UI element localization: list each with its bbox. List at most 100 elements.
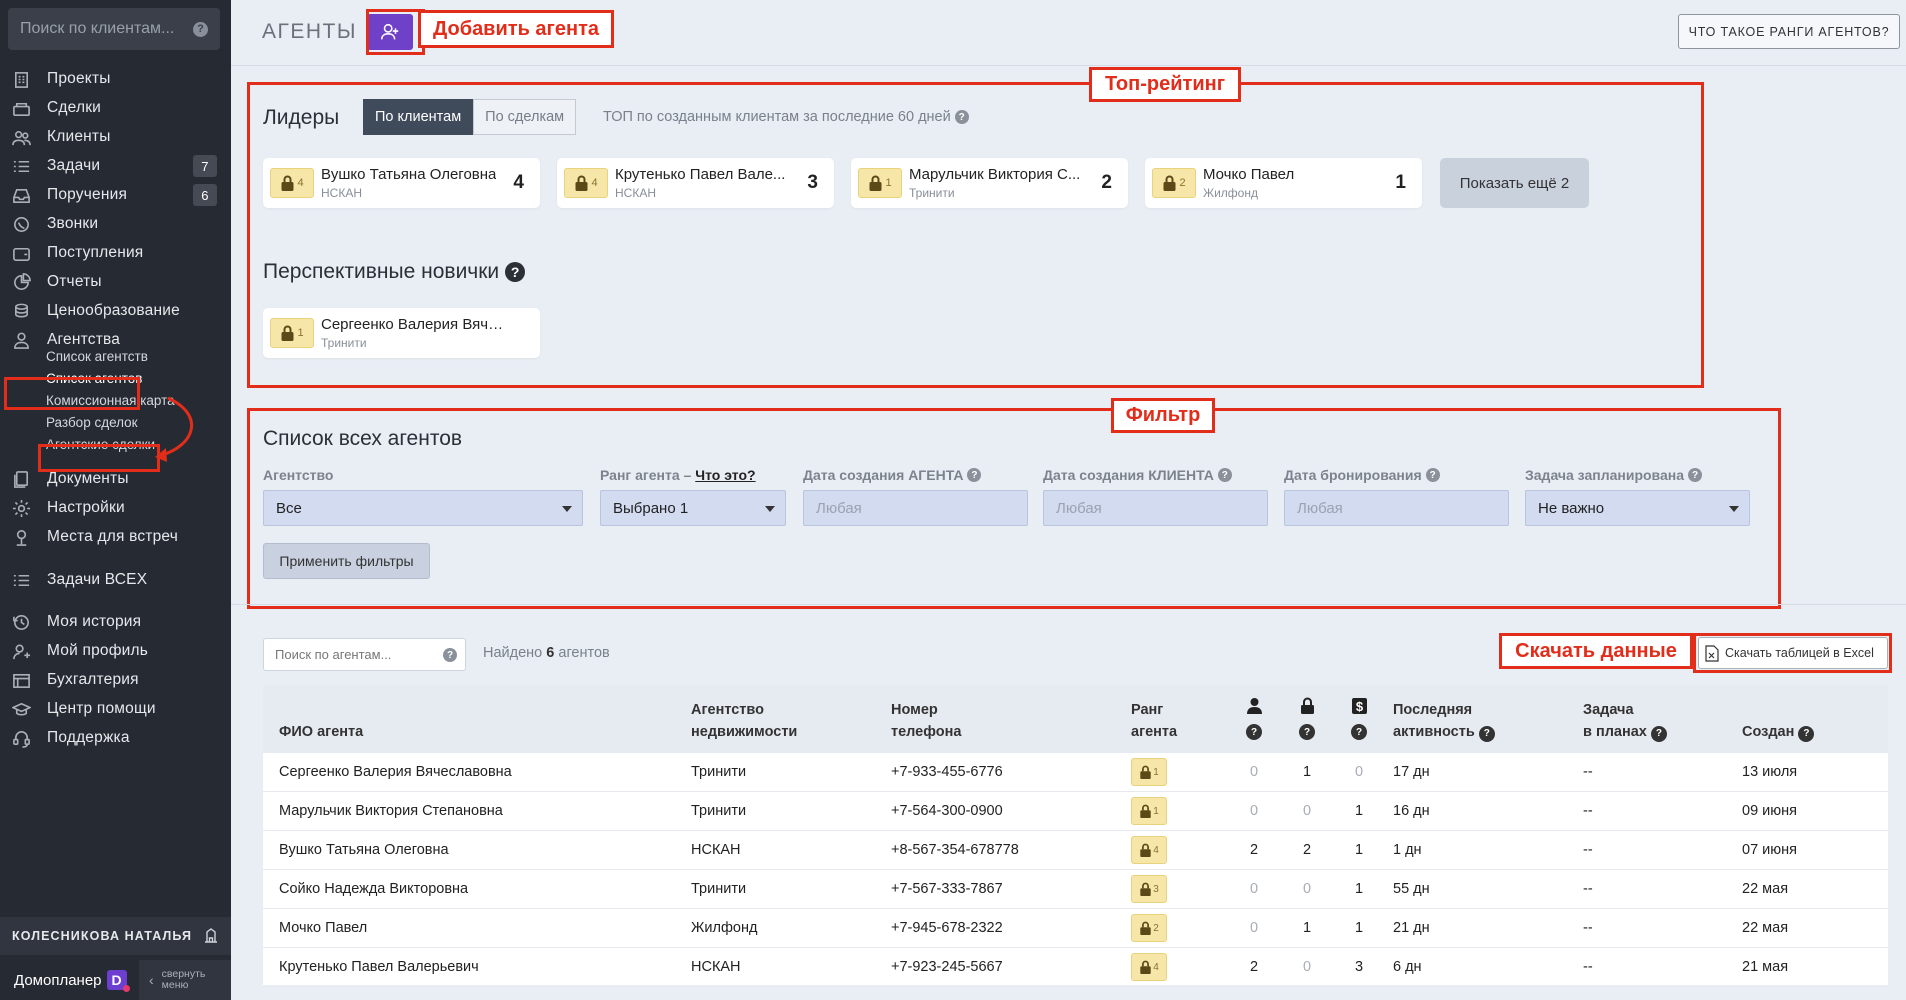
- rank-value: 2: [1179, 177, 1186, 189]
- sidebar-item[interactable]: Поддержка: [0, 721, 231, 755]
- col-activity[interactable]: Последняя активность?: [1393, 699, 1495, 743]
- brand-mark: D: [106, 970, 130, 992]
- sidebar: Поиск по клиентам... ? Проекты Сделки Клие…: [0, 0, 231, 1000]
- sidebar-subitem[interactable]: Разбор сделок: [46, 411, 138, 433]
- rank-badge: 1: [270, 318, 314, 348]
- rank-badge: 1: [858, 168, 902, 198]
- table-row[interactable]: Вушко Татьяна Олеговна НСКАН +8-567-354-67…: [263, 831, 1888, 870]
- col-deals[interactable]: $ ?: [1348, 697, 1370, 740]
- help-icon[interactable]: ?: [967, 468, 982, 482]
- history-icon: [11, 612, 31, 632]
- col-created[interactable]: Создан?: [1742, 721, 1815, 743]
- clients-count-cell: 2: [1249, 959, 1259, 975]
- client-date-input[interactable]: Любая: [1043, 490, 1268, 526]
- graduation-icon: [11, 699, 31, 719]
- caret-down-icon: [562, 506, 572, 512]
- agent-name: Марульчик Виктория С...: [909, 166, 1081, 183]
- sidebar-subitem[interactable]: Список агентств: [46, 345, 148, 367]
- add-agent-highlight: [366, 9, 425, 55]
- show-more-button[interactable]: Показать ещё 2: [1440, 158, 1589, 208]
- agent-name-cell[interactable]: Сойко Надежда Викторовна: [279, 881, 468, 897]
- phone-cell: +7-945-678-2322: [891, 920, 1003, 936]
- table-row[interactable]: Сойко Надежда Викторовна Тринити +7-567-33…: [263, 870, 1888, 909]
- col-rank[interactable]: Ранг агента: [1131, 699, 1177, 743]
- help-icon[interactable]: ?: [1650, 726, 1667, 742]
- client-search-input[interactable]: Поиск по клиентам... ?: [8, 8, 220, 50]
- agent-name-cell[interactable]: Крутенько Павел Валерьевич: [279, 959, 479, 975]
- sidebar-item-label: Звонки: [47, 215, 99, 232]
- help-icon[interactable]: ?: [954, 110, 969, 124]
- rank-select[interactable]: Выбрано 1: [600, 490, 786, 526]
- help-icon[interactable]: ?: [1217, 468, 1232, 482]
- table-row[interactable]: Мочко Павел Жилфонд +7-945-678-2322 2 0 1 1 21 …: [263, 909, 1888, 948]
- person-icon: [1246, 698, 1262, 714]
- brand-name: Домопланер: [14, 971, 102, 989]
- agent-date-label: Дата создания АГЕНТА?: [803, 467, 982, 483]
- agent-card[interactable]: 1 Марульчик Виктория С... Тринити 2: [851, 158, 1128, 208]
- task-select[interactable]: Не важно: [1525, 490, 1750, 526]
- booking-date-input[interactable]: Любая: [1284, 490, 1509, 526]
- rank-value: 1: [297, 327, 304, 339]
- agent-name-cell[interactable]: Марульчик Виктория Степановна: [279, 803, 503, 819]
- found-count: Найдено 6 агентов: [483, 645, 610, 661]
- col-phone[interactable]: Номер телефона: [891, 699, 961, 743]
- tab-by-deals[interactable]: По сделкам: [473, 99, 577, 135]
- agent-card[interactable]: 4 Вушко Татьяна Олеговна НСКАН 4: [263, 158, 540, 208]
- agency-cell: Жилфонд: [691, 920, 758, 936]
- agent-name-cell[interactable]: Вушко Татьяна Олеговна: [279, 842, 449, 858]
- agency-select[interactable]: Все: [263, 490, 583, 526]
- agency-cell: Тринити: [691, 881, 747, 897]
- col-name[interactable]: ФИО агента: [279, 721, 363, 743]
- table-row[interactable]: Сергеенко Валерия Вячеславовна Тринити +7-…: [263, 753, 1888, 792]
- sidebar-item-label: Сделки: [47, 99, 102, 116]
- lock-icon: [575, 175, 588, 191]
- agent-name-cell[interactable]: Мочко Павел: [279, 920, 367, 936]
- deals-count-cell: 1: [1354, 920, 1364, 936]
- help-icon[interactable]: ?: [1478, 726, 1495, 742]
- help-icon[interactable]: ?: [1425, 468, 1440, 482]
- agent-card[interactable]: 2 Мочко Павел Жилфонд 1: [1145, 158, 1422, 208]
- help-icon[interactable]: ?: [1299, 724, 1315, 740]
- help-icon[interactable]: ?: [1351, 724, 1367, 740]
- col-clients[interactable]: ?: [1243, 697, 1265, 740]
- sidebar-item[interactable]: Задачи ВСЕХ: [0, 563, 231, 597]
- clients-count-cell: 0: [1249, 920, 1259, 936]
- sidebar-item-label: Поступления: [47, 244, 144, 261]
- agent-count: 3: [807, 172, 818, 193]
- col-task[interactable]: Задача в планах?: [1583, 699, 1667, 743]
- help-icon[interactable]: ?: [193, 21, 208, 37]
- help-icon[interactable]: ?: [1798, 726, 1815, 742]
- rank-what-link[interactable]: Что это?: [695, 467, 755, 483]
- lock-icon: [869, 175, 882, 191]
- sidebar-item-label: Мой профиль: [47, 642, 149, 659]
- excel-download-button[interactable]: Скачать таблицей в Excel: [1698, 637, 1888, 669]
- brand-logo[interactable]: Домопланер D: [0, 970, 130, 992]
- apply-filters-button[interactable]: Применить фильтры: [263, 543, 430, 579]
- agent-card[interactable]: 4 Крутенько Павел Вале... НСКАН 3: [557, 158, 834, 208]
- lock-icon: [1140, 960, 1151, 974]
- agent-search-input[interactable]: Поиск по агентам... ?: [263, 638, 466, 671]
- agent-card[interactable]: 1 Сергеенко Валерия Вячесл... Тринити: [263, 308, 540, 358]
- collapse-menu-button[interactable]: ‹ свернуть меню: [139, 960, 231, 1000]
- col-bookings[interactable]: ?: [1296, 697, 1318, 740]
- help-icon[interactable]: ?: [1688, 468, 1702, 482]
- help-icon[interactable]: ?: [1246, 724, 1262, 740]
- rank-info-button[interactable]: ЧТО ТАКОЕ РАНГИ АГЕНТОВ?: [1678, 14, 1900, 49]
- user-panel[interactable]: КОЛЕСНИКОВА НАТАЛЬЯ: [0, 917, 231, 955]
- table-header: ФИО агента Агентство недвижимости Номер те…: [263, 685, 1888, 753]
- help-icon[interactable]: ?: [443, 648, 457, 662]
- agent-date-input[interactable]: Любая: [803, 490, 1028, 526]
- sidebar-item[interactable]: Места для встреч: [0, 520, 231, 554]
- table-row[interactable]: Крутенько Павел Валерьевич НСКАН +7-923-24…: [263, 948, 1888, 987]
- created-cell: 22 мая: [1742, 881, 1789, 897]
- col-agency[interactable]: Агентство недвижимости: [691, 699, 797, 743]
- task-cell: --: [1583, 842, 1593, 858]
- table-row[interactable]: Марульчик Виктория Степановна Тринити +7-5…: [263, 792, 1888, 831]
- help-icon[interactable]: ?: [505, 262, 526, 282]
- count-badge: 6: [193, 184, 217, 206]
- phone-cell: +8-567-354-678778: [891, 842, 1019, 858]
- tab-by-clients[interactable]: По клиентам: [363, 99, 474, 135]
- agent-name-cell[interactable]: Сергеенко Валерия Вячеславовна: [279, 764, 512, 780]
- organization-icon[interactable]: [203, 927, 219, 946]
- agent-agency: НСКАН: [321, 186, 362, 200]
